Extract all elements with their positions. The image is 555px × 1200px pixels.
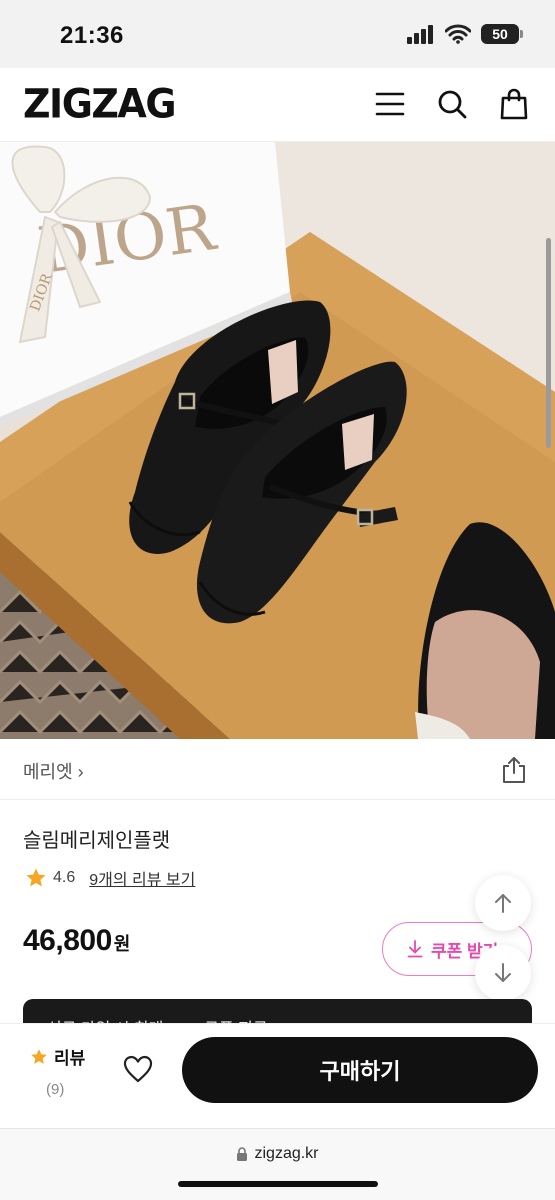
arrow-up-icon (495, 894, 511, 913)
review-tab-label: 리뷰 (54, 1049, 86, 1068)
browser-url-bar[interactable]: zigzag.kr (0, 1128, 555, 1200)
heart-icon (123, 1055, 153, 1083)
status-time: 21:36 (60, 22, 124, 49)
product-image[interactable]: DIOR DIOR (0, 142, 555, 739)
scrollbar[interactable] (546, 238, 551, 448)
share-button[interactable] (501, 756, 527, 784)
shopping-bag-icon (500, 88, 528, 120)
review-tab[interactable]: 리뷰 (9) (30, 1044, 85, 1098)
url-text: zigzag.kr (254, 1145, 319, 1162)
rating-value: 4.6 (53, 869, 76, 886)
review-count: (9) (46, 1081, 65, 1098)
price-unit: 원 (113, 934, 131, 954)
shop-name-link[interactable]: 메리엣 › (23, 758, 84, 784)
home-indicator[interactable] (178, 1181, 378, 1187)
wifi-icon (445, 24, 471, 44)
battery-icon: 50 (481, 24, 523, 44)
zigzag-logo[interactable]: ZIGZAG (23, 81, 177, 127)
product-photo: DIOR DIOR (0, 142, 555, 739)
review-link[interactable]: 9개의 리뷰 보기 (89, 866, 195, 890)
lock-icon (237, 1147, 248, 1161)
shop-row: 메리엣 › (0, 740, 555, 800)
url-display[interactable]: zigzag.kr (0, 1145, 555, 1163)
scroll-down-button[interactable] (475, 945, 531, 1001)
search-button[interactable] (434, 86, 470, 122)
hamburger-menu-icon (375, 92, 405, 116)
buy-button[interactable]: 구매하기 (182, 1037, 538, 1103)
menu-button[interactable] (372, 86, 408, 122)
download-icon (407, 940, 423, 958)
product-name: 슬림메리제인플랫 (23, 830, 171, 852)
scroll-up-button[interactable] (475, 875, 531, 931)
bottom-action-bar: 리뷰 (9) 구매하기 (0, 1023, 555, 1128)
rating-row: 4.6 9개의 리뷰 보기 (25, 866, 195, 890)
arrow-down-icon (495, 963, 511, 982)
wishlist-button[interactable] (122, 1054, 158, 1090)
status-icons: 50 (407, 24, 523, 44)
star-icon (26, 868, 46, 887)
cart-button[interactable] (496, 86, 532, 122)
share-icon (503, 757, 525, 783)
price-value: 46,800 (23, 924, 112, 957)
search-icon (438, 90, 467, 119)
status-bar: 21:36 50 (0, 0, 555, 68)
signal-icon (407, 25, 433, 44)
price: 46,800 원 (23, 924, 130, 958)
app-header: ZIGZAG (0, 68, 555, 142)
star-icon (31, 1048, 47, 1064)
